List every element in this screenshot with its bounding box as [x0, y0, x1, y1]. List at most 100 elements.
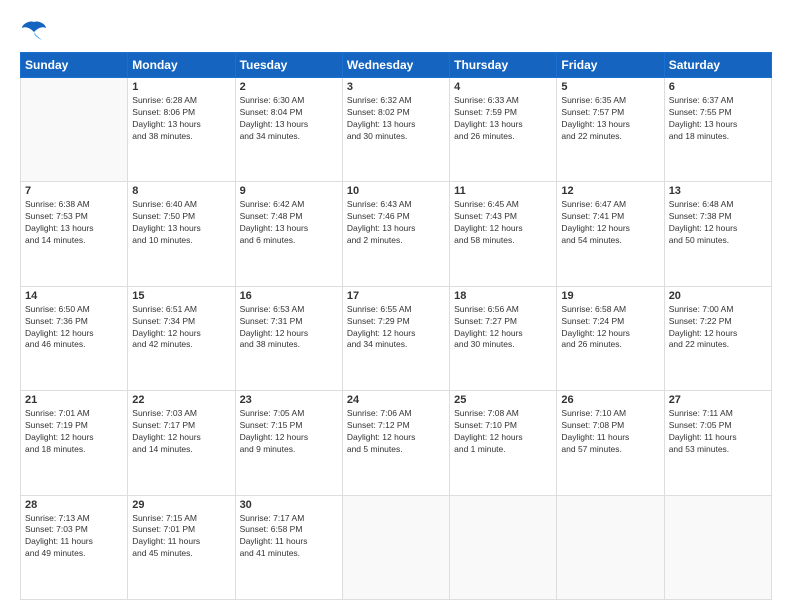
- day-info: Sunrise: 7:00 AM Sunset: 7:22 PM Dayligh…: [669, 304, 767, 352]
- week-row-2: 7Sunrise: 6:38 AM Sunset: 7:53 PM Daylig…: [21, 182, 772, 286]
- day-info: Sunrise: 6:51 AM Sunset: 7:34 PM Dayligh…: [132, 304, 230, 352]
- day-info: Sunrise: 6:40 AM Sunset: 7:50 PM Dayligh…: [132, 199, 230, 247]
- day-info: Sunrise: 6:50 AM Sunset: 7:36 PM Dayligh…: [25, 304, 123, 352]
- day-number: 9: [240, 185, 338, 197]
- weekday-header-thursday: Thursday: [450, 53, 557, 78]
- calendar-cell: 11 Sunrise: 6:45 AM Sunset: 7:43 PM Dayli…: [450, 182, 557, 286]
- day-info: Sunrise: 6:32 AM Sunset: 8:02 PM Dayligh…: [347, 95, 445, 143]
- day-info: Sunrise: 6:30 AM Sunset: 8:04 PM Dayligh…: [240, 95, 338, 143]
- calendar-cell: 8 Sunrise: 6:40 AM Sunset: 7:50 PM Daylig…: [128, 182, 235, 286]
- day-number: 3: [347, 81, 445, 93]
- calendar-cell: 25 Sunrise: 7:08 AM Sunset: 7:10 PM Dayli…: [450, 391, 557, 495]
- day-number: 12: [561, 185, 659, 197]
- day-number: 16: [240, 290, 338, 302]
- day-number: 11: [454, 185, 552, 197]
- weekday-header-row: SundayMondayTuesdayWednesdayThursdayFrid…: [21, 53, 772, 78]
- calendar-cell: 15 Sunrise: 6:51 AM Sunset: 7:34 PM Dayli…: [128, 286, 235, 390]
- day-number: 17: [347, 290, 445, 302]
- calendar-cell: 27Sunrise: 7:11 AM Sunset: 7:05 PM Dayli…: [664, 391, 771, 495]
- logo: [20, 18, 52, 42]
- calendar-cell: 9 Sunrise: 6:42 AM Sunset: 7:48 PM Daylig…: [235, 182, 342, 286]
- day-info: Sunrise: 7:08 AM Sunset: 7:10 PM Dayligh…: [454, 408, 552, 456]
- day-info: Sunrise: 6:28 AM Sunset: 8:06 PM Dayligh…: [132, 95, 230, 143]
- day-number: 26: [561, 394, 659, 406]
- day-number: 10: [347, 185, 445, 197]
- week-row-4: 21 Sunrise: 7:01 AM Sunset: 7:19 PM Dayli…: [21, 391, 772, 495]
- day-number: 25: [454, 394, 552, 406]
- day-info: Sunrise: 6:48 AM Sunset: 7:38 PM Dayligh…: [669, 199, 767, 247]
- day-info: Sunrise: 6:45 AM Sunset: 7:43 PM Dayligh…: [454, 199, 552, 247]
- day-info: Sunrise: 6:33 AM Sunset: 7:59 PM Dayligh…: [454, 95, 552, 143]
- calendar-cell: 6 Sunrise: 6:37 AM Sunset: 7:55 PM Daylig…: [664, 78, 771, 182]
- weekday-header-tuesday: Tuesday: [235, 53, 342, 78]
- day-info: Sunrise: 7:15 AM Sunset: 7:01 PM Dayligh…: [132, 513, 230, 561]
- day-number: 27: [669, 394, 767, 406]
- calendar-cell: [450, 495, 557, 599]
- calendar-cell: 30 Sunrise: 7:17 AM Sunset: 6:58 PM Dayli…: [235, 495, 342, 599]
- calendar-cell: 20 Sunrise: 7:00 AM Sunset: 7:22 PM Dayli…: [664, 286, 771, 390]
- day-info: Sunrise: 6:55 AM Sunset: 7:29 PM Dayligh…: [347, 304, 445, 352]
- day-info: Sunrise: 6:56 AM Sunset: 7:27 PM Dayligh…: [454, 304, 552, 352]
- logo-icon: [20, 18, 48, 42]
- day-info: Sunrise: 7:05 AM Sunset: 7:15 PM Dayligh…: [240, 408, 338, 456]
- day-number: 20: [669, 290, 767, 302]
- calendar-cell: 7Sunrise: 6:38 AM Sunset: 7:53 PM Daylig…: [21, 182, 128, 286]
- day-info: Sunrise: 6:42 AM Sunset: 7:48 PM Dayligh…: [240, 199, 338, 247]
- weekday-header-sunday: Sunday: [21, 53, 128, 78]
- day-number: 2: [240, 81, 338, 93]
- day-number: 21: [25, 394, 123, 406]
- day-info: Sunrise: 7:06 AM Sunset: 7:12 PM Dayligh…: [347, 408, 445, 456]
- day-info: Sunrise: 6:35 AM Sunset: 7:57 PM Dayligh…: [561, 95, 659, 143]
- calendar-cell: 29 Sunrise: 7:15 AM Sunset: 7:01 PM Dayli…: [128, 495, 235, 599]
- day-info: Sunrise: 6:58 AM Sunset: 7:24 PM Dayligh…: [561, 304, 659, 352]
- day-number: 1: [132, 81, 230, 93]
- calendar-cell: 26Sunrise: 7:10 AM Sunset: 7:08 PM Dayli…: [557, 391, 664, 495]
- calendar-cell: 19Sunrise: 6:58 AM Sunset: 7:24 PM Dayli…: [557, 286, 664, 390]
- calendar-cell: 24 Sunrise: 7:06 AM Sunset: 7:12 PM Dayli…: [342, 391, 449, 495]
- calendar-cell: 13 Sunrise: 6:48 AM Sunset: 7:38 PM Dayli…: [664, 182, 771, 286]
- calendar-cell: 21 Sunrise: 7:01 AM Sunset: 7:19 PM Dayli…: [21, 391, 128, 495]
- day-info: Sunrise: 7:17 AM Sunset: 6:58 PM Dayligh…: [240, 513, 338, 561]
- day-number: 30: [240, 499, 338, 511]
- calendar-cell: 17 Sunrise: 6:55 AM Sunset: 7:29 PM Dayli…: [342, 286, 449, 390]
- calendar-cell: 2 Sunrise: 6:30 AM Sunset: 8:04 PM Daylig…: [235, 78, 342, 182]
- calendar-cell: 3 Sunrise: 6:32 AM Sunset: 8:02 PM Daylig…: [342, 78, 449, 182]
- day-number: 5: [561, 81, 659, 93]
- day-number: 14: [25, 290, 123, 302]
- day-number: 24: [347, 394, 445, 406]
- calendar-cell: 5 Sunrise: 6:35 AM Sunset: 7:57 PM Daylig…: [557, 78, 664, 182]
- calendar-cell: 16Sunrise: 6:53 AM Sunset: 7:31 PM Dayli…: [235, 286, 342, 390]
- header: [20, 18, 772, 42]
- day-info: Sunrise: 7:01 AM Sunset: 7:19 PM Dayligh…: [25, 408, 123, 456]
- calendar-cell: [664, 495, 771, 599]
- day-number: 29: [132, 499, 230, 511]
- calendar-cell: 1 Sunrise: 6:28 AM Sunset: 8:06 PM Daylig…: [128, 78, 235, 182]
- calendar-cell: 23 Sunrise: 7:05 AM Sunset: 7:15 PM Dayli…: [235, 391, 342, 495]
- day-number: 22: [132, 394, 230, 406]
- day-number: 8: [132, 185, 230, 197]
- calendar-cell: [342, 495, 449, 599]
- day-info: Sunrise: 7:03 AM Sunset: 7:17 PM Dayligh…: [132, 408, 230, 456]
- calendar-body: 1 Sunrise: 6:28 AM Sunset: 8:06 PM Daylig…: [21, 78, 772, 600]
- day-info: Sunrise: 6:43 AM Sunset: 7:46 PM Dayligh…: [347, 199, 445, 247]
- day-number: 7: [25, 185, 123, 197]
- day-number: 23: [240, 394, 338, 406]
- weekday-header-friday: Friday: [557, 53, 664, 78]
- day-number: 18: [454, 290, 552, 302]
- weekday-header-saturday: Saturday: [664, 53, 771, 78]
- day-number: 13: [669, 185, 767, 197]
- day-number: 15: [132, 290, 230, 302]
- calendar-cell: 10 Sunrise: 6:43 AM Sunset: 7:46 PM Dayli…: [342, 182, 449, 286]
- day-number: 28: [25, 499, 123, 511]
- calendar-cell: [557, 495, 664, 599]
- weekday-header-monday: Monday: [128, 53, 235, 78]
- day-info: Sunrise: 7:13 AM Sunset: 7:03 PM Dayligh…: [25, 513, 123, 561]
- day-info: Sunrise: 6:37 AM Sunset: 7:55 PM Dayligh…: [669, 95, 767, 143]
- calendar-cell: [21, 78, 128, 182]
- calendar-cell: 14 Sunrise: 6:50 AM Sunset: 7:36 PM Dayli…: [21, 286, 128, 390]
- calendar-cell: 4Sunrise: 6:33 AM Sunset: 7:59 PM Daylig…: [450, 78, 557, 182]
- week-row-1: 1 Sunrise: 6:28 AM Sunset: 8:06 PM Daylig…: [21, 78, 772, 182]
- weekday-header-wednesday: Wednesday: [342, 53, 449, 78]
- calendar-cell: 28 Sunrise: 7:13 AM Sunset: 7:03 PM Dayli…: [21, 495, 128, 599]
- day-number: 6: [669, 81, 767, 93]
